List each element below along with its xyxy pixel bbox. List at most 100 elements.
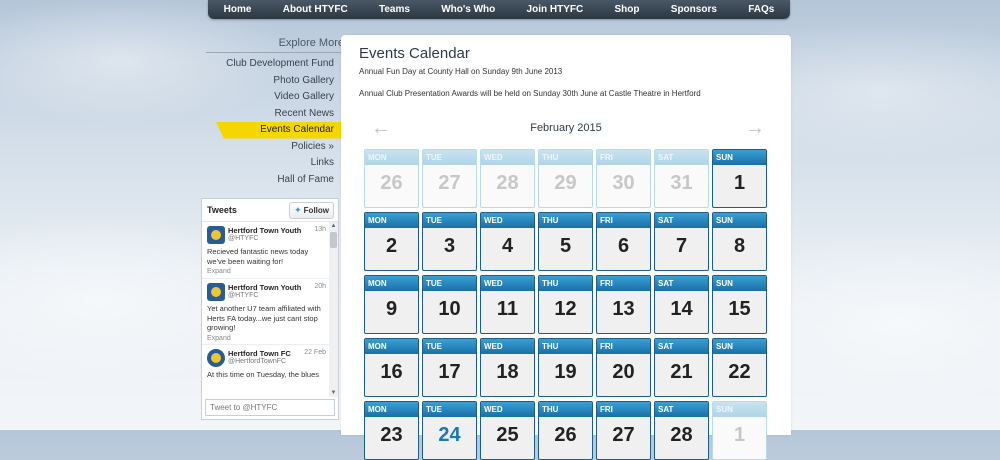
nav-home[interactable]: Home [218,4,258,15]
calendar-day[interactable]: SUN 22 [712,338,767,397]
calendar-day[interactable]: TUE 10 [422,275,477,334]
calendar-day-number: 22 [728,361,751,383]
calendar-day-number: 8 [733,235,746,257]
scroll-down-icon[interactable]: ▼ [329,389,338,397]
calendar-day[interactable]: MON 16 [364,338,419,397]
calendar-day-weekday: WED [481,213,534,228]
sidebar-item-policies[interactable]: Policies » [206,139,346,156]
tweet-expand-link[interactable]: Expand [207,268,326,275]
tweet-item[interactable]: Hertford Town Youth @HTYFC 13h Recieved … [202,222,330,279]
event-notice: Annual Club Presentation Awards will be … [359,89,701,98]
calendar-day[interactable]: FRI 6 [596,212,651,271]
tweet-handle: @HTYFC [228,292,259,299]
tweet-text: Recieved fantastic news today we've been… [207,247,309,266]
tweet-item[interactable]: Hertford Town Youth @HTYFC 20h Yet anoth… [202,279,330,345]
follow-button[interactable]: ✦ Follow [289,201,334,219]
scroll-thumb[interactable] [330,232,337,248]
calendar-day[interactable]: SAT 28 [654,401,709,460]
tweet-item[interactable]: Hertford Town FC @HertfordTownFC 22 Feb … [202,345,330,397]
nav-faqs[interactable]: FAQs [742,4,780,15]
calendar-day[interactable]: SUN 8 [712,212,767,271]
calendar-day[interactable]: THU 5 [538,212,593,271]
calendar-day[interactable]: TUE 24 [422,401,477,460]
calendar-day[interactable]: FRI 27 [596,401,651,460]
calendar-day-weekday: THU [539,402,592,417]
sidebar-item-recent-news[interactable]: Recent News [206,106,346,123]
avatar[interactable] [207,349,225,367]
nav-about[interactable]: About HTYFC [277,4,354,15]
calendar-day-weekday: SUN [713,276,766,291]
calendar-day[interactable]: WED 4 [480,212,535,271]
calendar-day[interactable]: SUN 15 [712,275,767,334]
calendar-day-weekday: TUE [423,402,476,417]
sidebar-item-club-development-fund[interactable]: Club Development Fund [206,56,346,73]
tweet-author[interactable]: Hertford Town FC [228,349,301,358]
nav-shop[interactable]: Shop [609,4,646,15]
sidebar-item-photo-gallery[interactable]: Photo Gallery [206,73,346,90]
calendar-day[interactable]: WED 28 [480,149,535,208]
nav-sponsors[interactable]: Sponsors [665,4,723,15]
tweet-time[interactable]: 13h [314,226,326,233]
nav-join[interactable]: Join HTYFC [521,4,590,15]
sidebar-item-hall-of-fame[interactable]: Hall of Fame [206,172,346,189]
calendar-day[interactable]: SAT 7 [654,212,709,271]
calendar-month-label: February 2015 [530,122,602,134]
calendar-day[interactable]: MON 9 [364,275,419,334]
calendar-day[interactable]: SAT 21 [654,338,709,397]
calendar-day[interactable]: SAT 14 [654,275,709,334]
tweet-time[interactable]: 22 Feb [304,349,326,356]
calendar-day-number: 5 [559,235,572,257]
calendar-day[interactable]: THU 12 [538,275,593,334]
calendar-day[interactable]: TUE 3 [422,212,477,271]
nav-teams[interactable]: Teams [373,4,416,15]
tweet-author[interactable]: Hertford Town Youth [228,226,311,235]
calendar-day-weekday: SUN [713,402,766,417]
twitter-bird-icon: ✦ [294,204,302,215]
avatar[interactable] [207,283,225,301]
next-month-arrow-icon[interactable]: → [745,117,765,139]
calendar-day-weekday: FRI [597,276,650,291]
calendar-day[interactable]: WED 18 [480,338,535,397]
page-title: Events Calendar [359,45,470,62]
tweet-time[interactable]: 20h [314,283,326,290]
tweet-author[interactable]: Hertford Town Youth [228,283,311,292]
calendar-day[interactable]: FRI 20 [596,338,651,397]
calendar-day[interactable]: TUE 27 [422,149,477,208]
calendar-day-number: 27 [612,424,635,446]
calendar-day-weekday: SAT [655,276,708,291]
calendar-day[interactable]: THU 26 [538,401,593,460]
calendar-day[interactable]: FRI 13 [596,275,651,334]
calendar-day[interactable]: WED 25 [480,401,535,460]
main-content: Events Calendar Annual Fun Day at County… [341,35,791,460]
calendar-navigation: ← February 2015 → [361,117,771,139]
nav-whos-who[interactable]: Who's Who [435,4,501,15]
tweet-text: Yet another U7 team affiliated with Hert… [207,304,321,332]
calendar-day-weekday: SUN [713,339,766,354]
calendar-day[interactable]: MON 2 [364,212,419,271]
calendar-day[interactable]: TUE 17 [422,338,477,397]
calendar-day[interactable]: MON 26 [364,149,419,208]
calendar-day[interactable]: FRI 30 [596,149,651,208]
calendar-day[interactable]: THU 19 [538,338,593,397]
tweet-scrollbar[interactable]: ▲ ▼ [329,222,338,397]
twitter-widget: Tweets ✦ Follow Hertford Town Youth @HTY… [201,198,339,420]
calendar-day-number: 4 [501,235,514,257]
calendar-day[interactable]: SUN 1 [712,149,767,208]
twitter-title: Tweets [207,205,237,215]
scroll-up-icon[interactable]: ▲ [329,222,338,230]
calendar-day[interactable]: SAT 31 [654,149,709,208]
calendar-day[interactable]: MON 23 [364,401,419,460]
calendar-day-weekday: WED [481,150,534,165]
calendar-day-number: 31 [670,172,693,194]
calendar-day[interactable]: THU 29 [538,149,593,208]
calendar-day[interactable]: WED 11 [480,275,535,334]
avatar[interactable] [207,226,225,244]
sidebar-item-video-gallery[interactable]: Video Gallery [206,89,346,106]
calendar-day-number: 12 [554,298,577,320]
tweet-expand-link[interactable]: Expand [207,335,326,342]
tweet-input[interactable] [205,399,335,416]
sidebar-menu: Club Development Fund Photo Gallery Vide… [206,56,346,188]
calendar-day[interactable]: SUN 1 [712,401,767,460]
sidebar-item-links[interactable]: Links [206,155,346,172]
sidebar-item-events-calendar[interactable]: Events Calendar [216,122,346,139]
